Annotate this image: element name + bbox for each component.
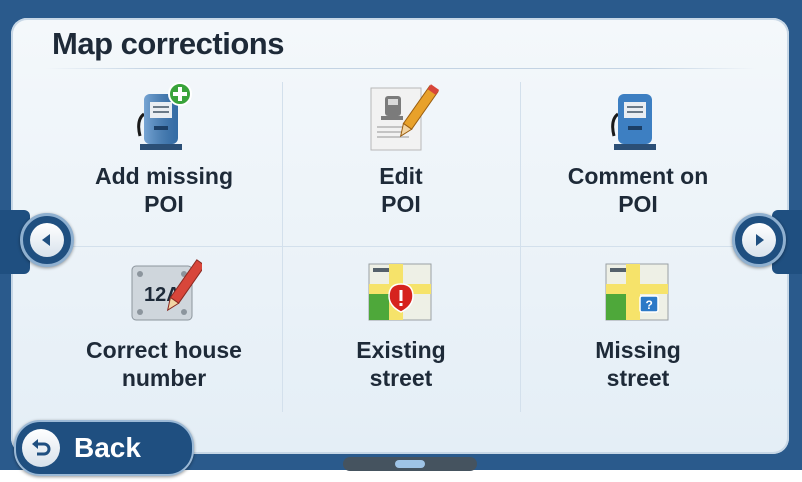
next-page-button[interactable] <box>732 213 786 267</box>
page-title: Map corrections <box>52 26 284 61</box>
item-label: Comment on POI <box>567 163 709 217</box>
page-indicator <box>343 457 477 471</box>
chevron-left-icon <box>30 223 64 257</box>
item-label: Existing street <box>356 337 446 391</box>
menu-grid: Add missing POI Edit POI Comment on POI … <box>46 74 756 424</box>
house-number-edit-icon: 12A <box>126 254 206 330</box>
item-label: Correct house number <box>86 337 242 391</box>
item-label: Add missing POI <box>94 163 233 217</box>
missing-street-button[interactable]: ? Missing street <box>520 248 756 420</box>
item-label: Edit POI <box>379 163 423 217</box>
fuel-pump-edit-icon <box>363 80 440 156</box>
item-label: Missing street <box>595 337 681 391</box>
comment-on-poi-button[interactable]: Comment on POI <box>520 74 756 246</box>
existing-street-button[interactable]: Existing street <box>283 248 519 420</box>
back-arrow-icon <box>22 429 60 467</box>
page-indicator-thumb <box>395 460 425 468</box>
correct-house-number-button[interactable]: 12A Correct house number <box>46 248 282 420</box>
chevron-right-icon <box>742 223 776 257</box>
fuel-pump-add-icon <box>126 80 202 156</box>
edit-poi-button[interactable]: Edit POI <box>283 74 519 246</box>
back-label: Back <box>74 432 141 463</box>
map-street-question-icon: ? <box>600 254 676 330</box>
add-missing-poi-button[interactable]: Add missing POI <box>46 74 282 246</box>
fuel-pump-comment-icon <box>600 80 676 156</box>
back-button[interactable]: Back <box>14 420 194 476</box>
prev-page-button[interactable] <box>20 213 74 267</box>
map-street-warning-icon <box>363 254 439 330</box>
title-divider <box>46 68 756 69</box>
grid-divider <box>56 246 746 247</box>
svg-text:?: ? <box>646 298 653 312</box>
